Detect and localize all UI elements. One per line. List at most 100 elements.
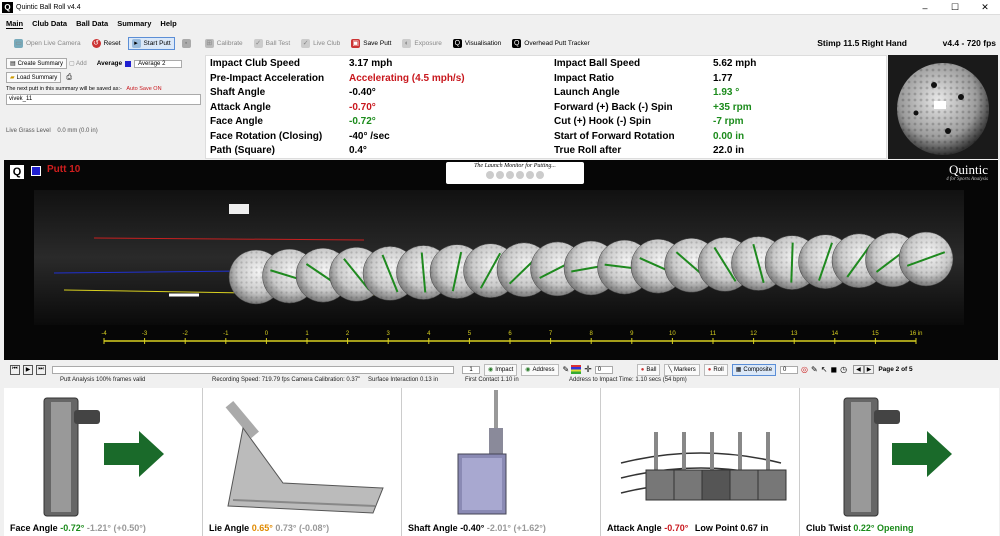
record-icon[interactable]: ◎ <box>801 365 808 374</box>
last-frame-button[interactable]: ⏭ <box>36 364 46 375</box>
average-select[interactable]: Average 2 <box>134 59 183 68</box>
close-button[interactable]: ✕ <box>970 0 1000 15</box>
ball-icon <box>506 171 514 179</box>
stat-label: Path (Square) <box>210 145 276 156</box>
brand-logo: Quintic <box>949 162 988 177</box>
stat-value: 3.17 mph <box>349 58 393 69</box>
composite-value-input[interactable]: 0 <box>780 365 799 374</box>
ball-icon <box>526 171 534 179</box>
prev-page-button[interactable]: ◀ <box>853 365 864 374</box>
load-summary-button[interactable]: ▰ Load Summary <box>6 72 62 83</box>
live-club-button[interactable]: ✓ Live Club <box>297 37 344 50</box>
face-angle-caption: Face Angle -0.72° -1.21° (+0.50°) <box>10 523 146 533</box>
menu-summary[interactable]: Summary <box>117 19 151 28</box>
minimize-button[interactable]: – <box>910 0 940 15</box>
menu-club-data[interactable]: Club Data <box>32 19 67 28</box>
next-putt-text: The next putt in this summary will be sa… <box>6 86 122 92</box>
scale-tick-label: 16 in <box>909 331 922 337</box>
add-button[interactable]: ▢ Add <box>69 60 87 67</box>
exposure-button[interactable]: ◐ Exposure <box>398 37 445 50</box>
spin-marker-line <box>790 242 794 283</box>
crosshair-icon[interactable]: ✛ <box>584 364 592 375</box>
clock-icon[interactable]: ◷ <box>840 365 847 374</box>
scale-tick-label: 11 <box>710 331 717 337</box>
create-summary-button[interactable]: ▤ Create Summary <box>6 58 68 69</box>
ball-button[interactable]: ● Ball <box>636 363 661 376</box>
recording-speed: Recording Speed: 719.79 fps Camera Calib… <box>212 377 361 383</box>
stat-label: Forward (+) Back (-) Spin <box>554 101 673 113</box>
stat-label: Start of Forward Rotation <box>554 130 675 142</box>
ball-icon: ● <box>640 366 645 373</box>
pen-icon[interactable]: ✎ <box>811 365 818 374</box>
stat-value: 1.77 <box>713 72 733 84</box>
camera-settings-button[interactable]: ▪ <box>178 37 198 50</box>
attack-angle-panel[interactable]: Attack Angle -0.70° Low Point 0.67 in <box>601 388 800 536</box>
club-head <box>701 469 731 501</box>
lie-angle-caption: Lie Angle 0.65° 0.73° (-0.08°) <box>209 523 330 533</box>
open-live-camera-button[interactable]: ▭ Open Live Camera <box>10 37 85 50</box>
club-twist-panel[interactable]: Club Twist 0.22° Opening <box>800 388 999 536</box>
cursor-icon[interactable]: ↖ <box>821 365 828 374</box>
title-bar: Q Quintic Ball Roll v4.4 – ☐ ✕ <box>0 0 1000 15</box>
color-stripes-icon[interactable] <box>571 365 582 374</box>
overhead-putt-tracker-button[interactable]: Q Overhead Putt Tracker <box>508 37 593 50</box>
brand-tagline: 4 for Sports Analysis <box>946 177 988 182</box>
menu-main[interactable]: Main <box>6 19 24 29</box>
stat-label: Attack Angle <box>210 101 271 113</box>
roll-button[interactable]: ● Roll <box>703 363 728 376</box>
club-head <box>645 469 675 501</box>
stats-panel: Impact Club Speed 3.17 mph Pre-Impact Acce… <box>205 55 887 159</box>
start-putt-button[interactable]: ▸ Start Putt <box>127 36 175 50</box>
next-page-button[interactable]: ▶ <box>863 365 875 374</box>
scale-tick-label: 12 <box>750 331 757 337</box>
calibrate-icon: ⊞ <box>204 38 214 48</box>
face-angle-panel[interactable]: Face Angle -0.72° -1.21° (+0.50°) <box>4 388 203 536</box>
average-color-swatch[interactable] <box>125 60 132 67</box>
menu-help[interactable]: Help <box>160 19 176 28</box>
shaft-angle-caption: Shaft Angle -0.40° -2.01° (+1.62°) <box>408 523 546 533</box>
reset-icon: ↺ <box>91 38 101 48</box>
stat-value: 5.62 mph <box>713 58 757 69</box>
grass-level-value: 0.0 mm (0.0 in) <box>57 128 98 134</box>
frame-slider[interactable] <box>52 365 454 374</box>
lie-angle-panel[interactable]: Lie Angle 0.65° 0.73° (-0.08°) <box>203 388 402 536</box>
impact-button[interactable]: ◉ Impact <box>484 363 518 376</box>
ball-test-button[interactable]: ✓ Ball Test <box>250 37 294 50</box>
maximize-button[interactable]: ☐ <box>940 0 970 15</box>
shaft-angle-panel[interactable]: Shaft Angle -0.40° -2.01° (+1.62°) <box>402 388 601 536</box>
menu-bar: Main Club Data Ball Data Summary Help <box>0 16 1000 31</box>
composite-button[interactable]: ▦ Composite <box>731 363 777 376</box>
ball-icon <box>536 171 544 179</box>
markers-button[interactable]: ╲ Markers <box>664 363 700 376</box>
first-frame-button[interactable]: ⏮ <box>10 364 20 375</box>
composite-icon: ▦ <box>735 367 742 373</box>
club-head <box>757 469 787 501</box>
surface-interaction: Surface Interaction 0.13 in <box>368 377 439 383</box>
visualisation-button[interactable]: Q Visualisation <box>449 37 505 50</box>
putt-color-swatch <box>31 166 41 176</box>
scale-tick-label: -1 <box>223 331 229 337</box>
filename-input[interactable]: vivek_11 <box>6 94 201 105</box>
menu-ball-data[interactable]: Ball Data <box>76 19 108 28</box>
grass-level-label: Live Grass Level <box>6 128 51 134</box>
club-head <box>729 469 759 501</box>
save-putt-button[interactable]: ▣ Save Putt <box>347 37 395 50</box>
print-icon[interactable]: ⎙ <box>66 74 72 82</box>
analysis-status: Putt Analysis 100% frames valid <box>60 377 146 383</box>
stat-label: Face Rotation (Closing) <box>210 130 323 142</box>
spin-value-input[interactable]: 0 <box>594 365 613 374</box>
play-button[interactable]: ▶ <box>23 364 33 375</box>
club-shaft <box>682 432 686 472</box>
reset-button[interactable]: ↺ Reset <box>88 37 125 50</box>
stat-value: 1.93 ° <box>713 87 740 98</box>
stat-value: +35 rpm <box>713 101 752 113</box>
scale-tick-label: 13 <box>791 331 798 337</box>
address-button[interactable]: ◉ Address <box>521 363 559 376</box>
direction-arrow-icon <box>892 431 952 477</box>
composite-video-view[interactable]: -4 -3 -2 -1 0 1 2 3 4 5 6 7 8 9 10 11 12 13 14 15 16 in Q Pu… <box>4 160 998 360</box>
line-color-picker[interactable]: ✎ <box>563 365 570 374</box>
snapshot-icon[interactable]: ◼ <box>830 365 837 374</box>
frame-number-input[interactable]: 1 <box>462 365 480 374</box>
stat-label: Cut (+) Hook (-) Spin <box>554 116 651 127</box>
calibrate-button[interactable]: ⊞ Calibrate <box>201 37 247 50</box>
